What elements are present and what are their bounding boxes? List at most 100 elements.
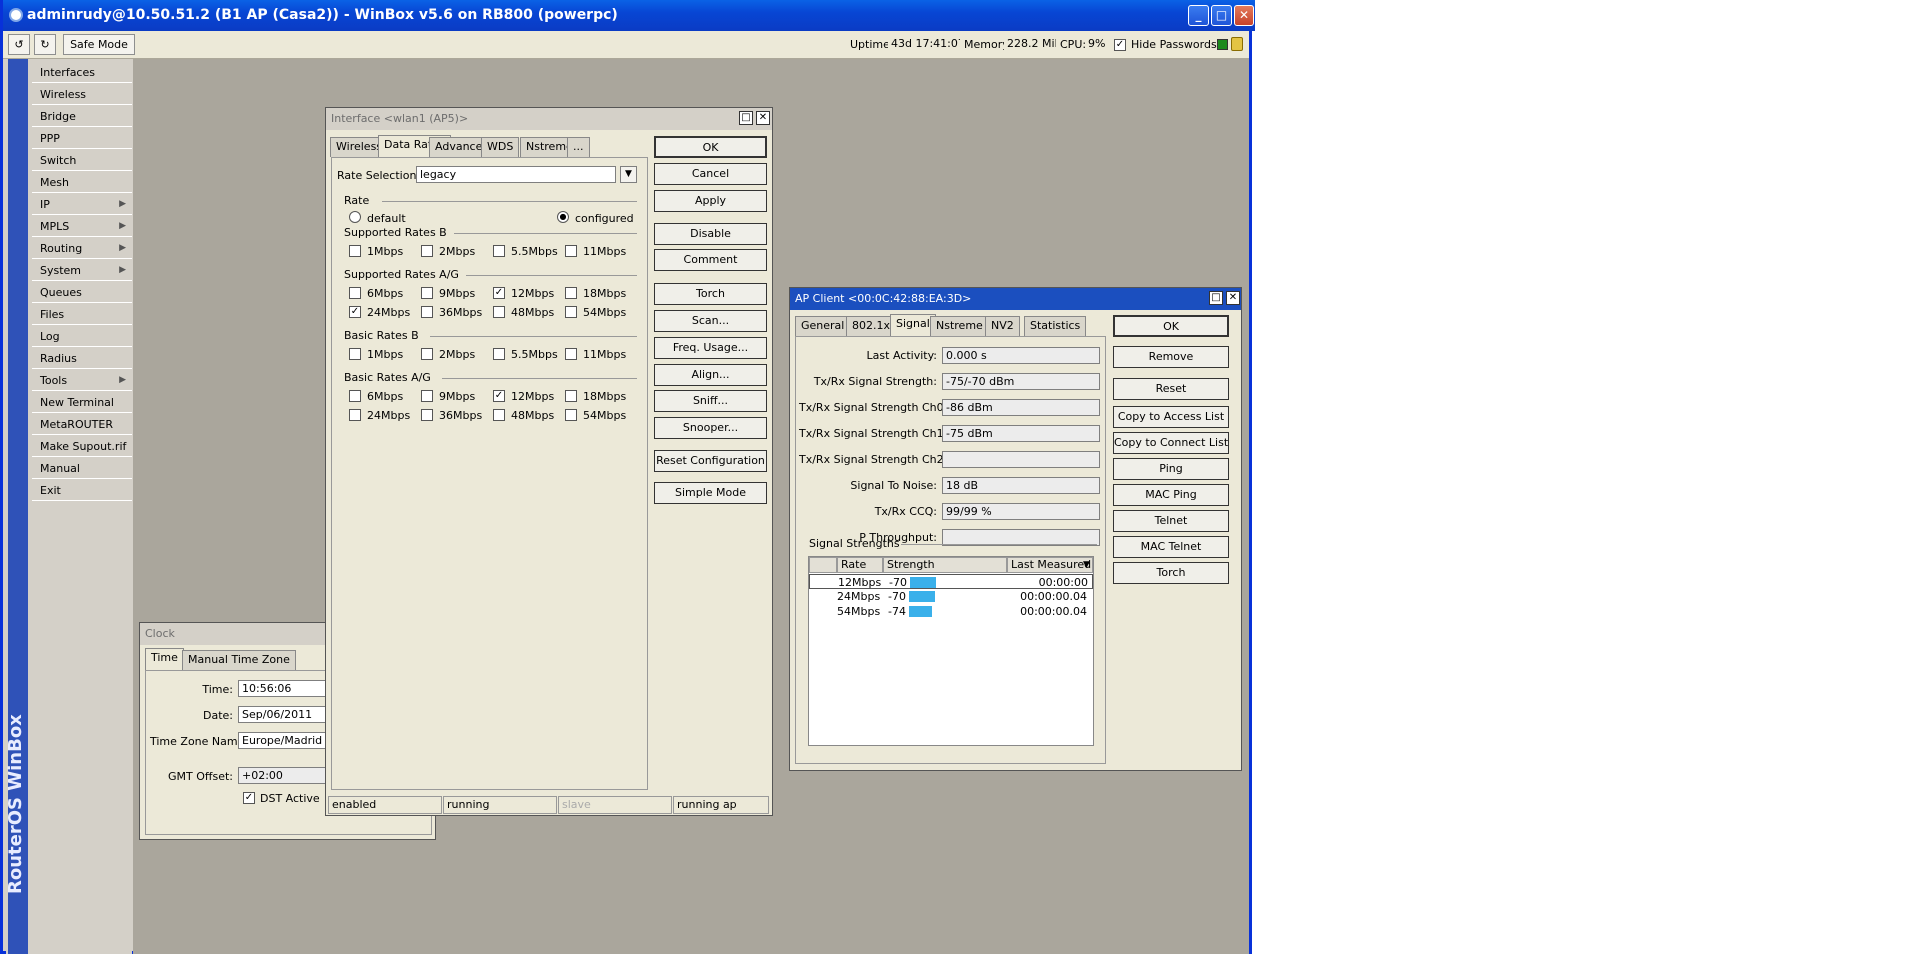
rate-checkbox[interactable] <box>349 390 361 402</box>
telnet-button[interactable]: Telnet <box>1113 510 1229 532</box>
title-bar[interactable]: adminrudy@10.50.51.2 (B1 AP (Casa2)) - W… <box>3 0 1255 31</box>
rate-checkbox[interactable] <box>565 409 577 421</box>
rate-checkbox[interactable] <box>493 348 505 360</box>
sidebar-item-ppp[interactable]: PPP <box>32 128 132 149</box>
sidebar-item-new-terminal[interactable]: New Terminal <box>32 392 132 413</box>
reset-button[interactable]: Reset <box>1113 378 1229 400</box>
table-row[interactable]: 24Mbps -70 00:00:00.04 <box>809 589 1093 604</box>
sidebar-item-wireless[interactable]: Wireless <box>32 84 132 105</box>
maximize-button[interactable]: □ <box>1211 5 1232 26</box>
tab-general[interactable]: General <box>795 316 851 336</box>
rate-selection-field[interactable]: legacy <box>416 166 616 183</box>
rate-configured-radio[interactable]: ● <box>557 211 569 223</box>
sidebar-item-metarouter[interactable]: MetaROUTER <box>32 414 132 435</box>
rate-checkbox[interactable] <box>565 390 577 402</box>
rate-checkbox[interactable] <box>565 245 577 257</box>
sidebar-item-manual[interactable]: Manual <box>32 458 132 479</box>
rate-checkbox[interactable] <box>349 287 361 299</box>
interface-close-button[interactable]: ✕ <box>756 111 770 125</box>
sidebar-item-tools[interactable]: Tools ▶ <box>32 370 132 391</box>
tab-802-1x[interactable]: 802.1x <box>846 316 897 336</box>
table-row[interactable]: 54Mbps -74 00:00:00.04 <box>809 604 1093 619</box>
align-button[interactable]: Align... <box>654 364 767 386</box>
hide-passwords-checkbox[interactable]: ✓ <box>1114 39 1126 51</box>
simple-mode-button[interactable]: Simple Mode <box>654 482 767 504</box>
col-last-measured[interactable]: Last Measured <box>1007 557 1093 573</box>
freq-usage-button[interactable]: Freq. Usage... <box>654 337 767 359</box>
cancel-button[interactable]: Cancel <box>654 163 767 185</box>
dropdown-arrow-icon[interactable]: ▼ <box>620 166 637 183</box>
rate-checkbox[interactable] <box>493 245 505 257</box>
remove-button[interactable]: Remove <box>1113 346 1229 368</box>
sidebar-item-make-supout-rif[interactable]: Make Supout.rif <box>32 436 132 457</box>
rate-checkbox[interactable]: ✓ <box>349 306 361 318</box>
ok-button[interactable]: OK <box>654 136 767 158</box>
sidebar-item-exit[interactable]: Exit <box>32 480 132 501</box>
tab-wds[interactable]: WDS <box>481 137 520 157</box>
rate-checkbox[interactable] <box>349 245 361 257</box>
sidebar-item-files[interactable]: Files <box>32 304 132 325</box>
rate-checkbox[interactable] <box>565 306 577 318</box>
tab-statistics[interactable]: Statistics <box>1024 316 1087 336</box>
tab-time[interactable]: Time <box>145 648 184 670</box>
rate-checkbox[interactable] <box>421 348 433 360</box>
sidebar-item-radius[interactable]: Radius <box>32 348 132 369</box>
rate-checkbox[interactable] <box>421 306 433 318</box>
reset-configuration-button[interactable]: Reset Configuration <box>654 450 767 472</box>
sidebar-item-mpls[interactable]: MPLS ▶ <box>32 216 132 237</box>
ap-client-title[interactable]: AP Client <00:0C:42:88:EA:3D> <box>790 288 1241 310</box>
rate-checkbox[interactable] <box>421 409 433 421</box>
tab-nstreme[interactable]: Nstreme <box>930 316 989 336</box>
tab-signal[interactable]: Signal <box>890 314 936 336</box>
rate-checkbox[interactable] <box>565 348 577 360</box>
sidebar-item-switch[interactable]: Switch <box>32 150 132 171</box>
copy-to-access-list-button[interactable]: Copy to Access List <box>1113 406 1229 428</box>
rate-checkbox[interactable] <box>421 390 433 402</box>
rate-checkbox[interactable] <box>565 287 577 299</box>
interface-title[interactable]: Interface <wlan1 (AP5)> <box>326 108 772 130</box>
snooper-button[interactable]: Snooper... <box>654 417 767 439</box>
ping-button[interactable]: Ping <box>1113 458 1229 480</box>
sidebar-item-queues[interactable]: Queues <box>32 282 132 303</box>
sidebar-item-system[interactable]: System ▶ <box>32 260 132 281</box>
sidebar-item-bridge[interactable]: Bridge <box>32 106 132 127</box>
interface-maximize-button[interactable]: □ <box>739 111 753 125</box>
disable-button[interactable]: Disable <box>654 223 767 245</box>
ap-client-maximize-button[interactable]: □ <box>1209 291 1223 305</box>
tab-manual-time-zone[interactable]: Manual Time Zone <box>182 650 296 670</box>
copy-to-connect-list-button[interactable]: Copy to Connect List <box>1113 432 1229 454</box>
close-button[interactable]: ✕ <box>1234 5 1254 26</box>
sniff-button[interactable]: Sniff... <box>654 390 767 412</box>
sidebar-item-ip[interactable]: IP ▶ <box>32 194 132 215</box>
ap-client-close-button[interactable]: ✕ <box>1226 291 1240 305</box>
scan-button[interactable]: Scan... <box>654 310 767 332</box>
undo-button[interactable]: ↺ <box>8 34 30 55</box>
tab-nv2[interactable]: NV2 <box>985 316 1020 336</box>
apply-button[interactable]: Apply <box>654 190 767 212</box>
rate-checkbox[interactable] <box>421 287 433 299</box>
table-row[interactable]: 12Mbps -70 00:00:00 <box>809 574 1093 589</box>
sidebar-item-log[interactable]: Log <box>32 326 132 347</box>
sidebar-item-interfaces[interactable]: Interfaces <box>32 62 132 83</box>
safe-mode-button[interactable]: Safe Mode <box>63 34 135 55</box>
tab-[interactable]: ... <box>567 137 590 157</box>
col-rate[interactable]: Rate <box>837 557 883 573</box>
mac-ping-button[interactable]: MAC Ping <box>1113 484 1229 506</box>
comment-button[interactable]: Comment <box>654 249 767 271</box>
mac-telnet-button[interactable]: MAC Telnet <box>1113 536 1229 558</box>
rate-checkbox[interactable]: ✓ <box>493 390 505 402</box>
ok-button[interactable]: OK <box>1113 315 1229 337</box>
rate-checkbox[interactable]: ✓ <box>493 287 505 299</box>
torch-button[interactable]: Torch <box>654 283 767 305</box>
torch-button[interactable]: Torch <box>1113 562 1229 584</box>
redo-button[interactable]: ↻ <box>34 34 56 55</box>
sidebar-item-routing[interactable]: Routing ▶ <box>32 238 132 259</box>
minimize-button[interactable]: _ <box>1188 5 1209 26</box>
rate-checkbox[interactable] <box>421 245 433 257</box>
rate-checkbox[interactable] <box>493 409 505 421</box>
rate-checkbox[interactable] <box>349 409 361 421</box>
rate-default-radio[interactable] <box>349 211 361 223</box>
rate-checkbox[interactable] <box>493 306 505 318</box>
col-strength[interactable]: Strength <box>883 557 1007 573</box>
rate-checkbox[interactable] <box>349 348 361 360</box>
